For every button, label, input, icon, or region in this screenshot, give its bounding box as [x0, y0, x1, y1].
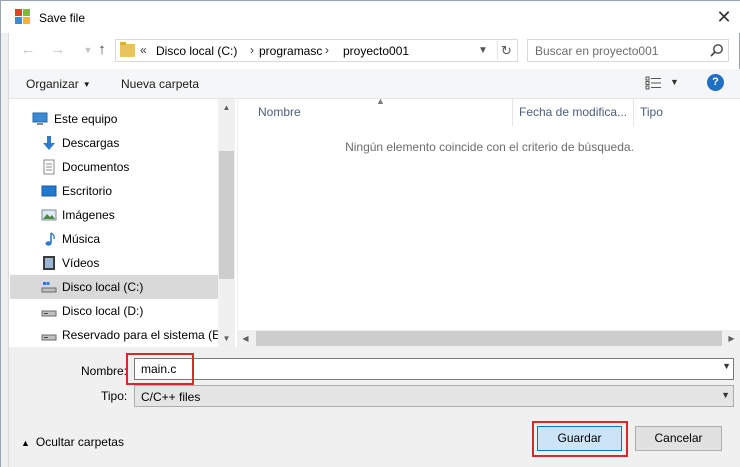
sidebar-item-documentos[interactable]: Documentos — [10, 155, 218, 179]
sidebar-item-label: Este equipo — [54, 112, 118, 126]
sidebar-item-descargas[interactable]: Descargas — [10, 131, 218, 155]
organize-button[interactable]: Organizar ▼ — [26, 77, 91, 91]
organize-label: Organizar — [26, 77, 79, 91]
drive-icon — [41, 310, 57, 317]
file-type-label: Tipo: — [101, 389, 128, 403]
scroll-down-icon[interactable]: ▼ — [218, 330, 235, 347]
column-header-nombre[interactable]: Nombre — [252, 99, 512, 126]
computer-icon — [32, 112, 48, 125]
up-button[interactable]: ↑ — [91, 39, 113, 61]
command-toolbar: Organizar ▼ Nueva carpeta ▼ ? — [9, 69, 740, 99]
videos-icon — [43, 256, 55, 270]
sidebar-item-label: Vídeos — [62, 256, 100, 270]
window-title: Save file — [39, 11, 86, 25]
desktop-icon — [41, 185, 57, 197]
sidebar-item-label: Disco local (C:) — [62, 280, 144, 294]
hide-folders-toggle[interactable]: ▲ Ocultar carpetas — [21, 435, 124, 449]
breadcrumb-programasc[interactable]: programasc — [259, 44, 322, 58]
chevron-down-icon[interactable]: ▼ — [475, 42, 491, 59]
file-list-horizontal-scrollbar[interactable]: ◀ ▶ — [237, 330, 740, 347]
file-name-highlight — [126, 353, 194, 385]
forward-button[interactable]: → — [47, 39, 69, 61]
chevron-down-icon[interactable]: ▼ — [721, 390, 730, 400]
chevron-down-icon[interactable]: ▼ — [722, 361, 731, 371]
breadcrumb-overflow[interactable]: « — [140, 43, 147, 57]
sidebar-item-musica[interactable]: Música — [10, 227, 218, 251]
sidebar-item-label: Documentos — [62, 160, 130, 174]
drive-c-icon — [41, 282, 57, 293]
sidebar-item-disco-d[interactable]: Disco local (D:) — [10, 299, 218, 323]
navigation-pane-scrollbar[interactable]: ▲ ▼ — [218, 99, 235, 347]
sidebar-item-disco-c[interactable]: Disco local (C:) — [10, 275, 218, 299]
background-window-edge — [1, 31, 9, 467]
chevron-up-icon: ▲ — [21, 438, 30, 448]
app-icon — [15, 9, 31, 25]
scrollbar-thumb[interactable] — [256, 331, 722, 346]
view-dropdown-icon[interactable]: ▼ — [670, 77, 679, 87]
folder-icon — [120, 42, 135, 57]
breadcrumb-separator[interactable]: › — [250, 43, 254, 57]
sidebar-item-label: Imágenes — [62, 208, 115, 222]
file-name-input[interactable] — [135, 359, 710, 379]
sidebar-item-este-equipo[interactable]: Este equipo — [10, 107, 218, 131]
downloads-icon — [43, 136, 55, 150]
breadcrumb-separator[interactable]: › — [325, 43, 329, 57]
refresh-icon[interactable]: ↻ — [497, 41, 515, 60]
chevron-down-icon: ▼ — [82, 80, 91, 89]
sidebar-item-label: Descargas — [62, 136, 120, 150]
file-name-label: Nombre: — [81, 364, 128, 378]
empty-message: Ningún elemento coincide con el criterio… — [345, 140, 634, 154]
scrollbar-thumb[interactable] — [219, 151, 234, 279]
navigation-pane: Este equipo Descargas Documentos Escrito… — [10, 99, 218, 347]
file-type-value: C/C++ files — [141, 390, 201, 404]
file-list: ▲ Nombre Fecha de modifica... Tipo Ningú… — [237, 96, 740, 347]
sidebar-item-label: Escritorio — [62, 184, 113, 198]
scroll-up-icon[interactable]: ▲ — [218, 99, 235, 116]
sidebar-item-label: Reservado para el sistema (E:) — [62, 328, 218, 342]
sidebar-item-label: Disco local (D:) — [62, 304, 144, 318]
search-box[interactable] — [527, 39, 729, 62]
column-header-tipo[interactable]: Tipo — [634, 99, 724, 126]
title-bar: Save file ✕ — [1, 1, 740, 33]
breadcrumb-drive[interactable]: Disco local (C:) — [156, 44, 237, 58]
search-icon[interactable] — [709, 43, 724, 58]
file-name-field[interactable]: ▼ — [134, 358, 734, 380]
back-button[interactable]: ← — [17, 39, 39, 61]
sidebar-item-escritorio[interactable]: Escritorio — [10, 179, 218, 203]
scroll-left-icon[interactable]: ◀ — [237, 330, 254, 347]
drive-icon — [41, 334, 57, 341]
search-input[interactable] — [528, 40, 706, 61]
save-button[interactable]: Guardar — [537, 426, 622, 451]
address-bar[interactable]: « Disco local (C:) › programasc › proyec… — [115, 39, 518, 62]
breadcrumb-proyecto001[interactable]: proyecto001 — [343, 44, 409, 58]
close-button[interactable]: ✕ — [707, 3, 740, 31]
save-form-area: Nombre: ▼ Tipo: C/C++ files ▼ ▲ Ocultar c… — [9, 347, 740, 467]
new-folder-button[interactable]: Nueva carpeta — [121, 77, 199, 91]
sidebar-item-label: Música — [62, 232, 101, 246]
sidebar-item-imagenes[interactable]: Imágenes — [10, 203, 218, 227]
view-options-icon[interactable] — [645, 76, 663, 90]
file-type-select[interactable]: C/C++ files ▼ — [134, 385, 734, 407]
column-header-fecha[interactable]: Fecha de modifica... — [513, 99, 633, 126]
save-file-dialog: Save file ✕ ← → ▼ ↑ « Disco local (C:) ›… — [0, 0, 740, 467]
pictures-icon — [41, 209, 57, 221]
sidebar-item-videos[interactable]: Vídeos — [10, 251, 218, 275]
hide-folders-label: Ocultar carpetas — [35, 435, 124, 449]
help-icon[interactable]: ? — [707, 74, 724, 91]
documents-icon — [43, 159, 55, 175]
cancel-button[interactable]: Cancelar — [635, 426, 722, 451]
music-icon — [45, 232, 55, 246]
scroll-right-icon[interactable]: ▶ — [723, 330, 740, 347]
sidebar-item-reservado-e[interactable]: Reservado para el sistema (E:) — [10, 323, 218, 347]
